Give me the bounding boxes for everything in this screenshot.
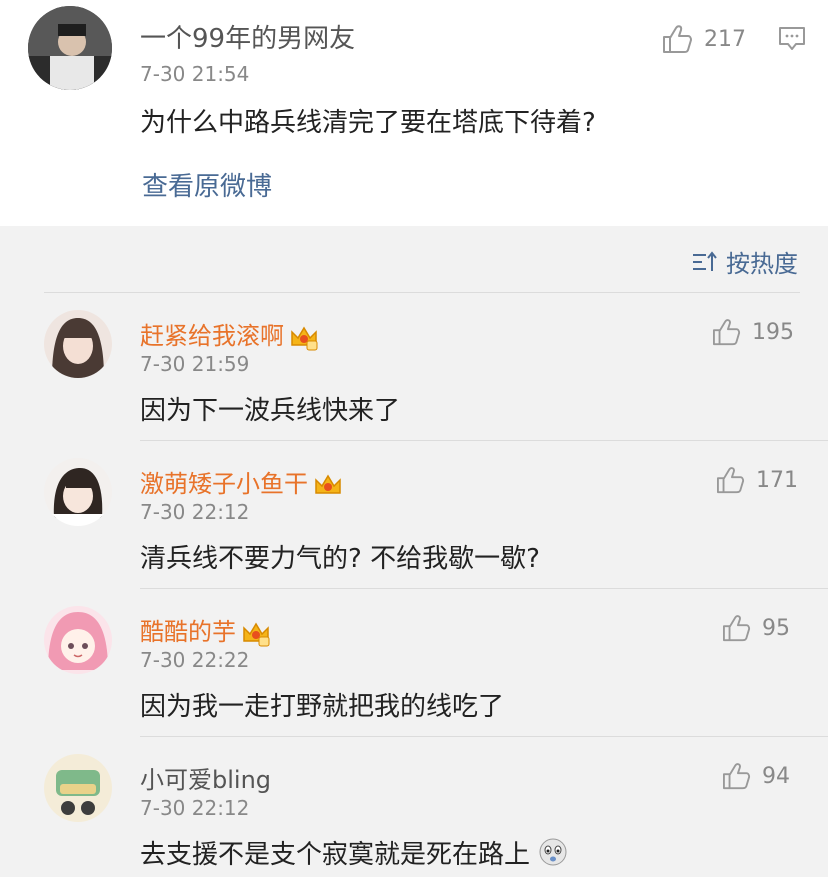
avatar-image (44, 458, 112, 526)
comment-author[interactable]: 赶紧给我滚啊 (140, 322, 284, 350)
vip-crown-icon (241, 621, 271, 651)
comment-like-count: 195 (752, 319, 794, 345)
comment-author-row: 赶紧给我滚啊 (140, 316, 319, 355)
comment-like-button[interactable]: 94 (722, 762, 790, 790)
comment-like-button[interactable]: 171 (716, 466, 798, 494)
sort-label: 按热度 (726, 250, 798, 278)
divider (44, 292, 800, 293)
comment-time: 7-30 22:12 (140, 796, 250, 820)
thumbs-up-icon (663, 25, 692, 53)
avatar-image (28, 6, 112, 90)
comment-like-count: 171 (756, 467, 798, 493)
vip-crown-icon (289, 325, 319, 355)
comment-time: 7-30 22:12 (140, 500, 250, 524)
comment-author[interactable]: 酷酷的芋 (140, 618, 236, 646)
view-original-link[interactable]: 查看原微博 (142, 166, 272, 203)
comment-author[interactable]: 激萌矮子小鱼干 (140, 470, 308, 498)
vip-crown-icon (313, 473, 343, 503)
thumbs-up-icon (717, 467, 745, 494)
comment-text-row: 去支援不是支个寂寞就是死在路上 (140, 834, 568, 874)
comment-like-button[interactable]: 195 (712, 318, 794, 346)
divider (140, 588, 828, 589)
main-post: 一个99年的男网友 7-30 21:54 为什么中路兵线清完了要在塔底下待着? … (0, 0, 828, 226)
comment-time: 7-30 21:59 (140, 352, 250, 376)
divider (140, 736, 828, 737)
main-post-like-button[interactable]: 217 (662, 24, 746, 54)
avatar-image (44, 754, 112, 822)
main-post-time: 7-30 21:54 (140, 62, 250, 86)
sort-icon (693, 250, 717, 271)
comment-time: 7-30 22:22 (140, 648, 250, 672)
main-post-text: 为什么中路兵线清完了要在塔底下待着? (140, 108, 596, 138)
thumbs-up-icon (713, 319, 741, 346)
comment-like-count: 94 (762, 763, 790, 789)
main-post-author[interactable]: 一个99年的男网友 (140, 18, 355, 55)
comment-text: 清兵线不要力气的? 不给我歇一歇? (140, 544, 540, 574)
comment-text: 因为下一波兵线快来了 (140, 396, 401, 426)
thumbs-up-icon (723, 615, 751, 642)
main-post-avatar[interactable] (28, 6, 112, 90)
avatar-image (44, 310, 112, 378)
comment-avatar[interactable] (44, 754, 112, 822)
thumbs-up-icon (723, 763, 751, 790)
comment-author[interactable]: 小可爱bling (140, 760, 271, 795)
comment-button[interactable] (778, 26, 806, 56)
comment-like-count: 95 (762, 615, 790, 641)
divider (140, 440, 828, 441)
comment-text: 去支援不是支个寂寞就是死在路上 (140, 840, 531, 870)
comment-text: 因为我一走打野就把我的线吃了 (140, 692, 505, 722)
comment-avatar[interactable] (44, 458, 112, 526)
comment-icon (779, 27, 805, 50)
comment-like-button[interactable]: 95 (722, 614, 790, 642)
comment-author-row: 酷酷的芋 (140, 612, 271, 651)
avatar-image (44, 606, 112, 674)
comment-author-row: 激萌矮子小鱼干 (140, 464, 343, 503)
comment-avatar[interactable] (44, 310, 112, 378)
main-post-like-count: 217 (704, 26, 746, 52)
comment-avatar[interactable] (44, 606, 112, 674)
sort-by-hot-button[interactable]: 按热度 (692, 244, 798, 279)
scared-dog-emoji-icon (538, 837, 568, 874)
